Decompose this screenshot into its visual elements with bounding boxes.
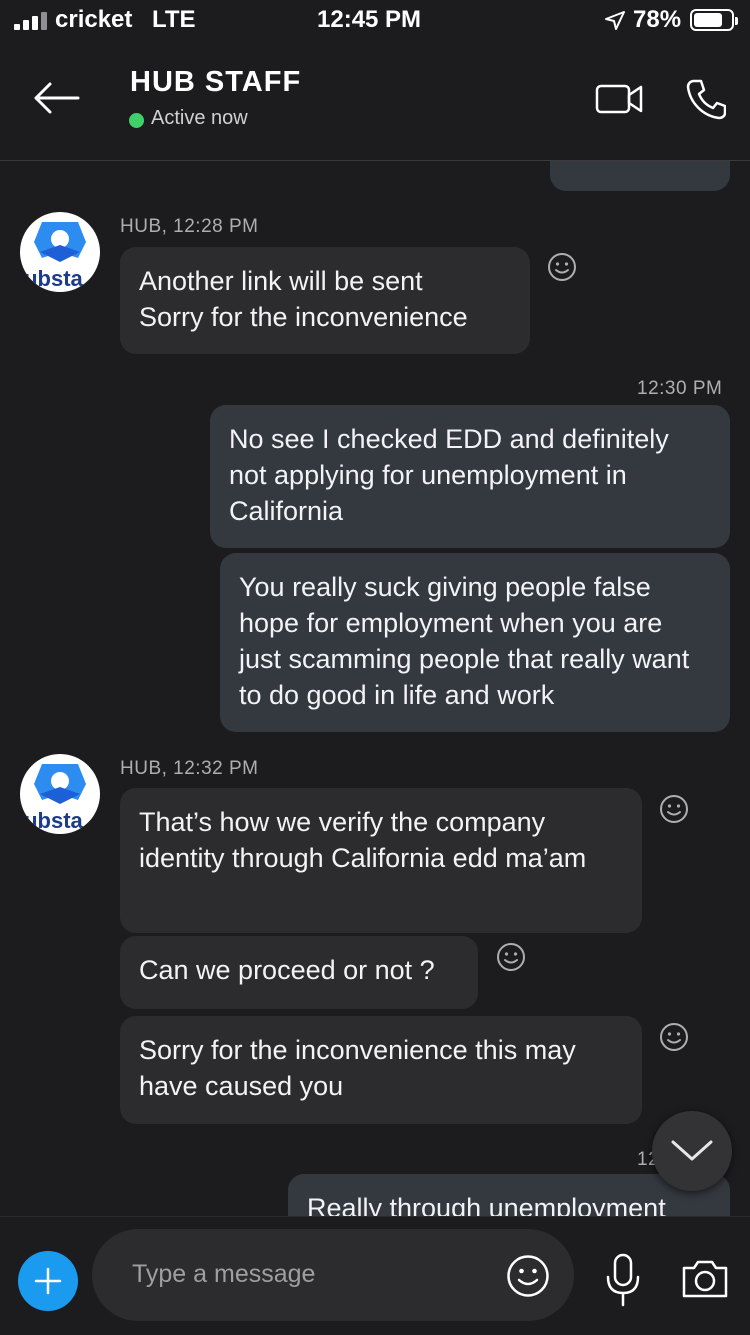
svg-text:lubsta: lubsta xyxy=(20,808,84,833)
reaction-smiley-icon[interactable] xyxy=(496,942,526,972)
avatar[interactable]: lubsta xyxy=(20,212,100,292)
message-bubble[interactable]: Another link will be sent Sorry for the … xyxy=(120,247,530,354)
message-meta: HUB, 12:28 PM xyxy=(120,216,259,237)
chat-header: HUB STAFF Active now xyxy=(0,42,750,161)
video-call-icon[interactable] xyxy=(595,82,643,116)
message-bubble[interactable]: Sorry for the inconvenience this may hav… xyxy=(120,1016,642,1124)
phone-call-icon[interactable] xyxy=(686,78,726,120)
hubstaff-logo-icon: lubsta xyxy=(20,764,86,833)
message-bubble[interactable]: Can we proceed or not ? xyxy=(120,936,478,1009)
microphone-icon[interactable] xyxy=(604,1253,642,1307)
reaction-smiley-icon[interactable] xyxy=(659,1022,689,1052)
message-composer: Type a message xyxy=(0,1216,750,1335)
battery-percent: 78% xyxy=(633,6,682,33)
presence-status: Active now xyxy=(151,107,248,129)
chevron-down-icon xyxy=(671,1140,713,1161)
network-type: LTE xyxy=(152,6,196,33)
battery-icon xyxy=(690,9,738,31)
signal-icon xyxy=(14,12,48,30)
chat-title[interactable]: HUB STAFF xyxy=(130,66,301,99)
message-bubble[interactable]: Really through unemployment xyxy=(288,1174,730,1216)
avatar[interactable]: lubsta xyxy=(20,754,100,834)
message-input-placeholder: Type a message xyxy=(132,1260,316,1288)
message-bubble[interactable]: No see I checked EDD and definitely not … xyxy=(210,405,730,548)
hubstaff-logo-icon: lubsta xyxy=(20,222,86,291)
message-input[interactable]: Type a message xyxy=(92,1229,574,1321)
partial-message-bubble[interactable] xyxy=(550,161,730,191)
emoji-icon[interactable] xyxy=(506,1254,550,1298)
status-bar: cricket LTE 12:45 PM 78% xyxy=(0,0,750,42)
camera-icon[interactable] xyxy=(680,1258,730,1300)
clock: 12:45 PM xyxy=(317,6,422,33)
presence-dot xyxy=(129,113,144,128)
message-list[interactable]: lubsta HUB, 12:28 PM Another link will b… xyxy=(0,161,750,1216)
message-time: 12:30 PM xyxy=(637,378,723,399)
message-bubble[interactable]: That’s how we verify the company identit… xyxy=(120,788,642,933)
add-attachment-button[interactable] xyxy=(18,1251,78,1311)
message-bubble[interactable]: You really suck giving people false hope… xyxy=(220,553,730,732)
back-arrow-icon[interactable] xyxy=(32,80,80,116)
reaction-smiley-icon[interactable] xyxy=(547,252,577,282)
reaction-smiley-icon[interactable] xyxy=(659,794,689,824)
carrier-name: cricket xyxy=(55,6,133,33)
svg-text:lubsta: lubsta xyxy=(20,266,84,291)
message-meta: HUB, 12:32 PM xyxy=(120,758,259,779)
scroll-to-bottom-button[interactable] xyxy=(652,1111,732,1191)
location-icon xyxy=(605,11,625,30)
plus-icon xyxy=(34,1267,62,1295)
